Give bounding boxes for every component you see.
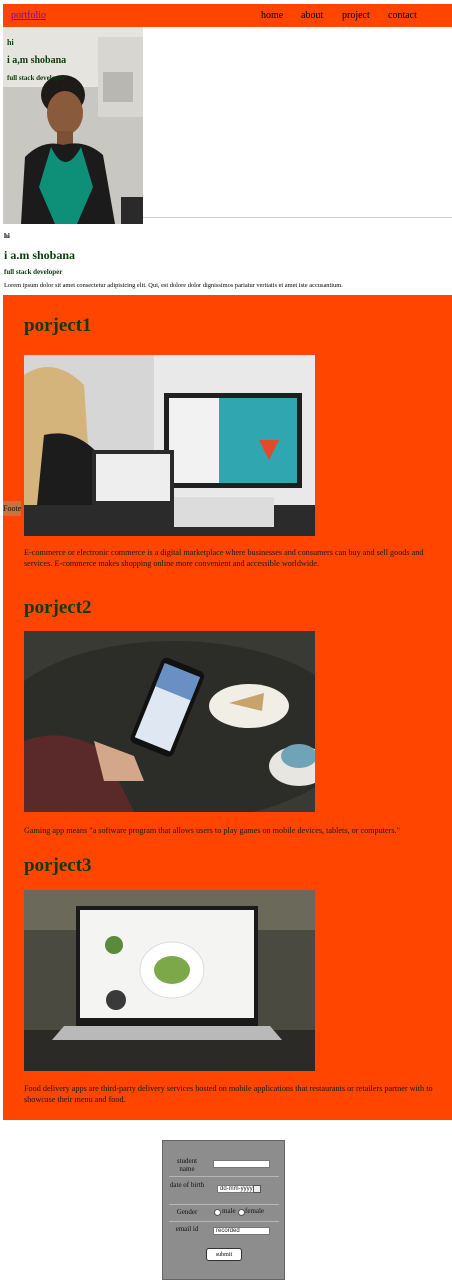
footer-tab: Footer — [3, 501, 21, 516]
student-name-label: student name — [176, 1157, 198, 1173]
dob-label: date of birth — [169, 1181, 205, 1189]
divider — [143, 217, 452, 218]
student-name-input[interactable] — [213, 1160, 270, 1168]
nav-contact-link[interactable]: contact — [388, 10, 417, 21]
project2-description: Gaming app means "a software program tha… — [24, 826, 400, 835]
form-row-divider — [169, 1204, 279, 1205]
form-row-divider — [169, 1176, 279, 1177]
gender-female-radio[interactable] — [238, 1209, 245, 1216]
project2-title: porject2 — [24, 597, 92, 618]
gender-male-label: male — [222, 1207, 236, 1215]
calendar-icon[interactable] — [253, 1185, 261, 1193]
nav-project-link[interactable]: project — [342, 10, 370, 21]
hero-text: hi i a,m shobana full stack developer — [7, 38, 66, 82]
gender-male-radio[interactable] — [214, 1209, 221, 1216]
project3-description: Food delivery apps are third-party deliv… — [24, 1084, 433, 1104]
email-label: email id — [175, 1225, 199, 1233]
gender-label: Gender — [176, 1208, 198, 1216]
nav-about-link[interactable]: about — [301, 10, 323, 21]
hero-name: i a,m shobana — [7, 55, 67, 66]
brand-link[interactable]: portfolio — [11, 10, 46, 21]
intro-greeting: hi — [4, 232, 10, 240]
project3-image — [24, 890, 315, 1071]
project3-title: porject3 — [24, 855, 92, 876]
project1-description: E-commerce or electronic commerce is a d… — [24, 548, 424, 568]
submit-button[interactable]: submit — [206, 1248, 242, 1261]
projects-section: Footer porject1 E-commerce or electronic… — [3, 295, 452, 1120]
intro-role: full stack developer — [4, 268, 63, 276]
project2-image — [24, 631, 315, 812]
form-row-divider — [169, 1221, 279, 1222]
hero-greeting: hi — [7, 38, 14, 47]
hero-role: full stack developer — [7, 74, 66, 82]
gender-female-label: female — [245, 1207, 265, 1215]
email-input[interactable]: recorded — [213, 1227, 270, 1235]
project1-image — [24, 355, 315, 536]
nav-home-link[interactable]: home — [261, 10, 283, 21]
intro-name: i a.m shobana — [4, 248, 76, 262]
student-form: student name date of birth dd-mm-yyyy Ge… — [162, 1140, 285, 1280]
top-nav: portfolio home about project contact — [3, 4, 452, 27]
project1-title: porject1 — [24, 315, 92, 336]
intro-paragraph: Lorem ipsum dolor sit amet consectetur a… — [4, 282, 343, 289]
